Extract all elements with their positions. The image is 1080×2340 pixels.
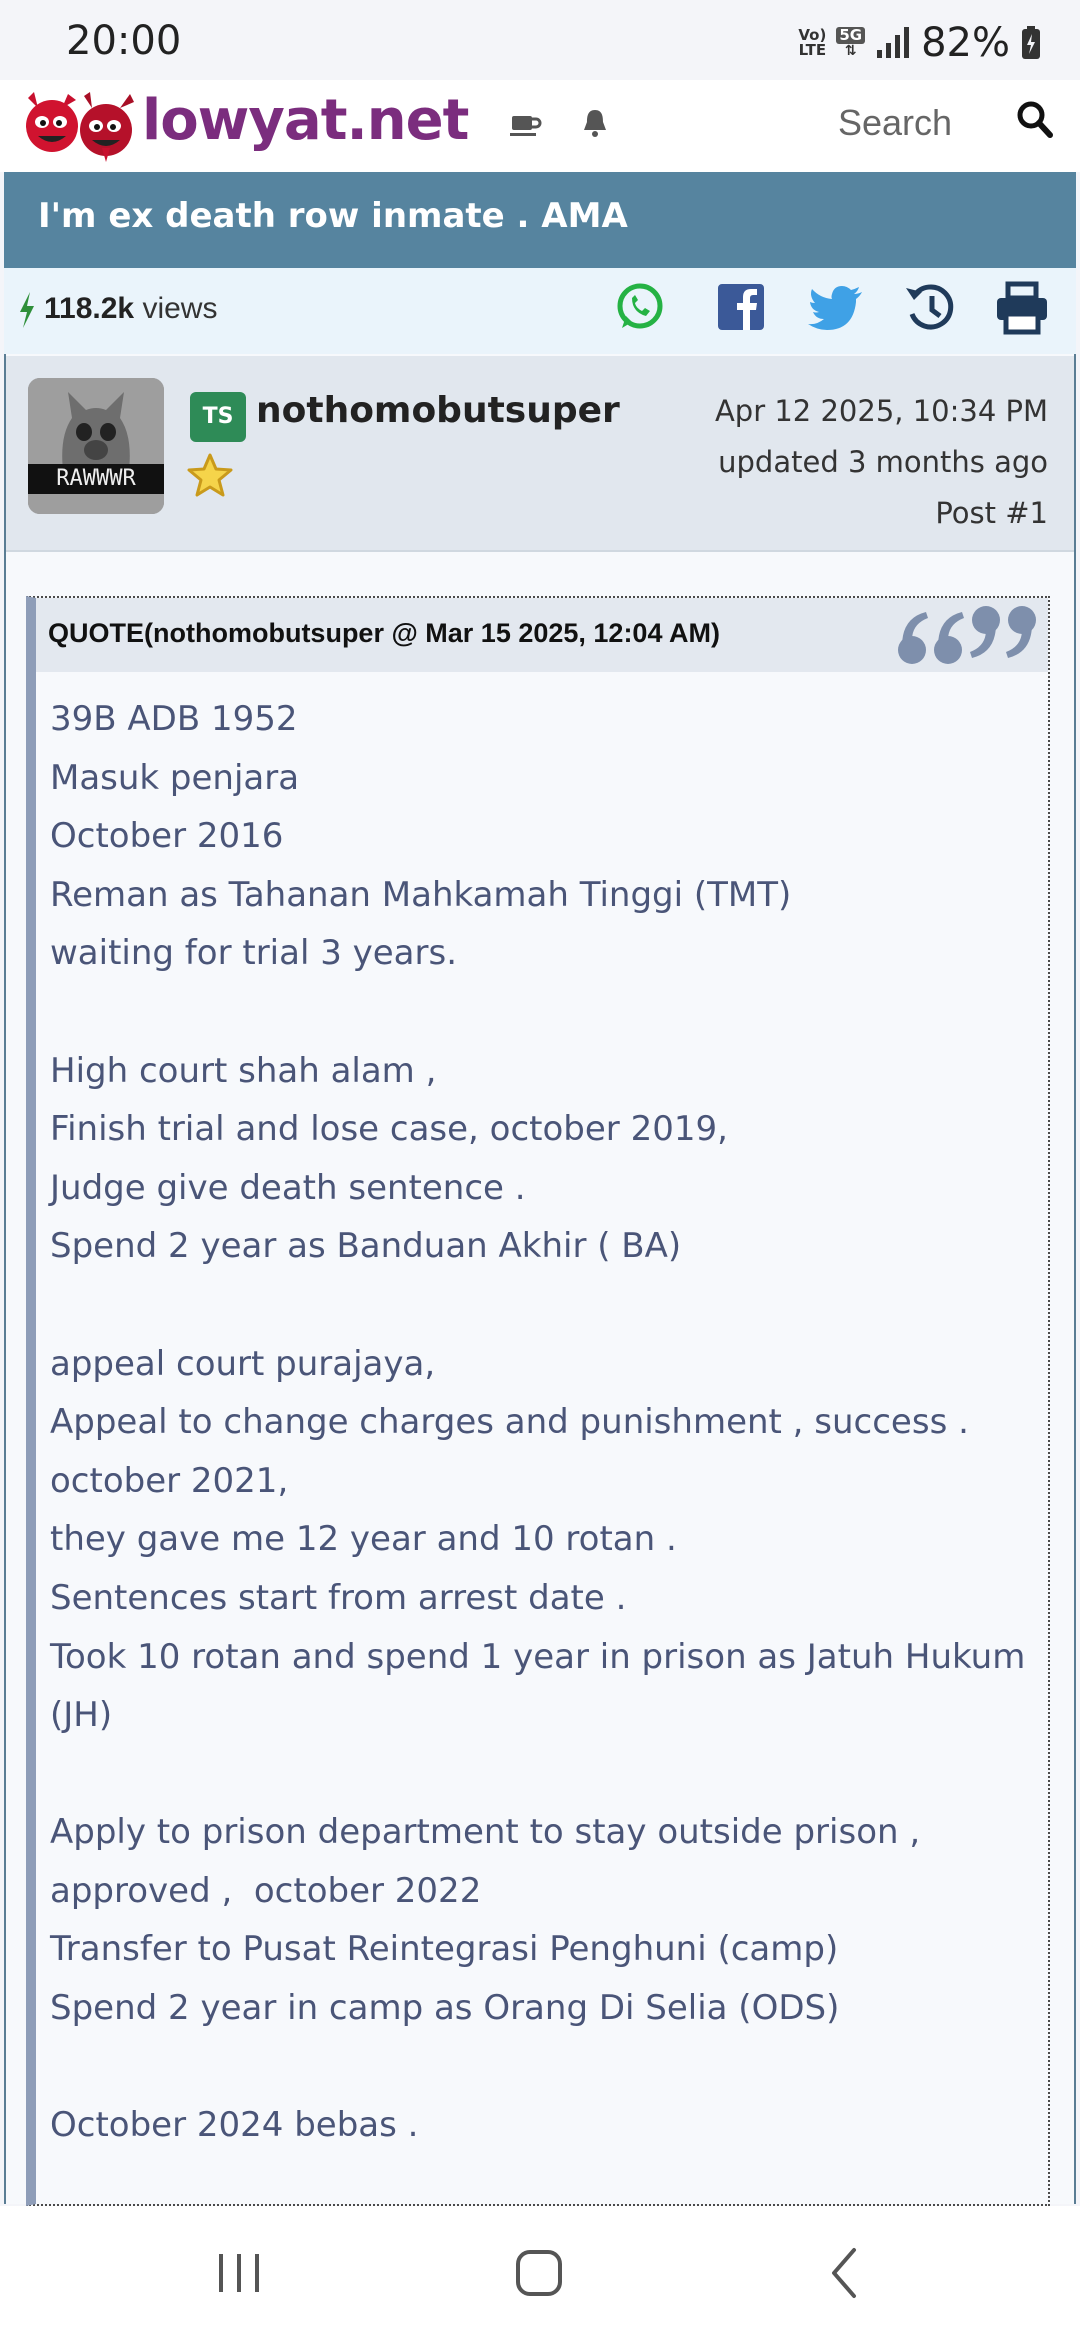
quote-line: Masuk penjara [50,757,300,798]
home-icon[interactable] [514,2246,564,2300]
post-number[interactable]: Post #1 [715,488,1048,539]
coffee-icon[interactable] [508,106,542,140]
quote-line: appeal court purajaya, [50,1343,436,1384]
quote-line [50,1745,1030,1804]
quote-line: 39B ADB 1952 [50,699,298,739]
battery-charging-icon [1022,26,1040,59]
post-username[interactable]: nothomobutsuper [256,390,620,431]
back-icon[interactable] [826,2246,862,2300]
quote-header: QUOTE(nothomobutsuper @ Mar 15 2025, 12:… [36,598,1048,672]
battery-percent: 82% [921,20,1010,66]
search-field[interactable]: Search [838,102,952,144]
quote-line: October 2024 bebas . [50,2105,419,2146]
quote-line: Finish trial and lose case, october 2019… [50,1109,728,1150]
lightning-icon [20,292,34,328]
quote-line: Sentences start from arrest date . [50,1577,627,1618]
volte-indicator: Vo) LTE [798,26,827,59]
whatsapp-icon[interactable] [614,280,666,336]
quote-marks-icon [898,606,1036,664]
quote-line: Spend 2 year as Banduan Akhir ( BA) [50,1226,682,1267]
quote-header-text: QUOTE(nothomobutsuper @ Mar 15 2025, 12:… [48,618,720,648]
topic-title: I'm ex death row inmate . AMA [38,196,628,236]
quote-line: approved , october 2022 [50,1870,482,1911]
status-bar: 20:00 Vo) LTE 5G ⇅ 82% [0,0,1080,80]
quote-body: 39B ADB 1952 Masuk penjara October 2016 Rem… [50,690,1030,2155]
quote-line: High court shah alam , [50,1050,437,1091]
quote-line: Took 10 rotan and spend 1 year in prison… [50,1636,1026,1677]
history-icon[interactable] [904,280,956,336]
site-header: lowyat.net Search [0,80,1080,172]
quote-line: Transfer to Pusat Reintegrasi Penghuni (… [50,1929,839,1970]
quote-line: Reman as Tahanan Mahkamah Tinggi (TMT) [50,874,792,915]
lowyat-logo-icon[interactable] [22,86,138,166]
quote-line: October 2016 [50,816,284,857]
quote-line: Judge give death sentence . [50,1167,526,1208]
post-meta: Apr 12 2025, 10:34 PM updated 3 months a… [715,386,1048,539]
recent-apps-icon[interactable] [216,2246,262,2300]
quote-line: (JH) [50,1695,113,1736]
status-time: 20:00 [66,18,182,64]
quote-line: Appeal to change charges and punishment … [50,1402,969,1443]
system-navigation-bar [0,2206,1080,2340]
quote-line [50,983,1030,1042]
topic-title-bar: I'm ex death row inmate . AMA [4,172,1076,268]
print-icon[interactable] [994,280,1050,336]
quote-line: october 2021, [50,1460,289,1501]
status-icons: Vo) LTE 5G ⇅ 82% [798,20,1042,66]
search-icon[interactable] [1016,100,1054,140]
avatar-caption: RAWWWR [56,466,136,491]
views-count: 118.2k views [44,292,218,325]
avatar[interactable]: RAWWWR [28,378,164,514]
quote-line: waiting for trial 3 years. [50,933,458,974]
signal-icon [877,27,910,58]
quote-block: QUOTE(nothomobutsuper @ Mar 15 2025, 12:… [26,596,1050,2206]
network-5g-indicator: 5G ⇅ [836,27,866,59]
quote-line [50,2038,1030,2097]
twitter-icon[interactable] [808,280,866,336]
quote-line: they gave me 12 year and 10 rotan . [50,1519,677,1560]
topic-starter-badge: TS [190,392,246,442]
bell-icon[interactable] [580,106,610,140]
quote-line: Apply to prison department to stay outsi… [50,1812,921,1853]
facebook-icon[interactable] [716,280,766,336]
site-name[interactable]: lowyat.net [142,88,469,153]
topic-stats-bar: 118.2k views [4,268,1076,356]
post-header: RAWWWR TS nothomobutsuper Apr 12 2025, 1… [6,356,1074,552]
avatar-image [28,378,164,514]
post-date: Apr 12 2025, 10:34 PM [714,394,1048,428]
post-updated: updated 3 months ago [718,445,1048,479]
quote-line [50,1276,1030,1335]
star-icon [187,453,233,497]
quote-line: Spend 2 year in camp as Orang Di Selia (… [50,1988,840,2029]
